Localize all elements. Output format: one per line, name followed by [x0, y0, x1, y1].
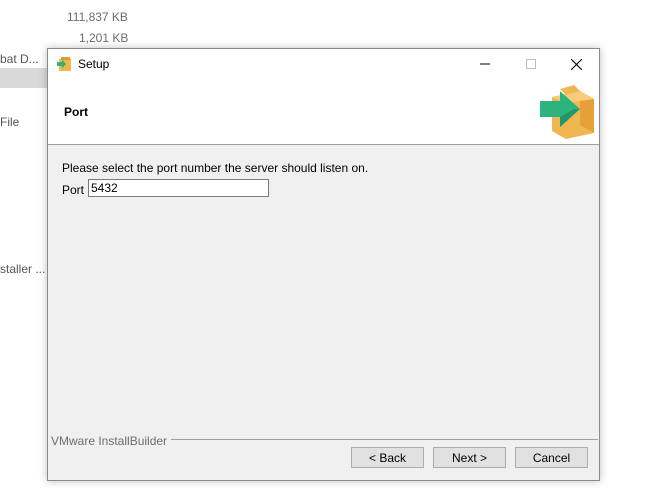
- installer-box-icon: [57, 57, 71, 71]
- wizard-header: Port: [48, 79, 599, 145]
- file-name[interactable]: bat D...: [0, 52, 39, 66]
- maximize-icon: [526, 59, 536, 69]
- port-input[interactable]: [88, 179, 269, 197]
- title-bar[interactable]: Setup: [48, 49, 599, 79]
- footer-divider: [156, 439, 598, 440]
- installer-brand: VMware InstallBuilder: [51, 434, 172, 448]
- port-label: Port: [62, 183, 85, 197]
- maximize-button: [508, 49, 554, 79]
- file-type: File: [0, 115, 20, 129]
- file-size: 111,837 KB: [67, 10, 128, 24]
- close-button[interactable]: [553, 49, 599, 79]
- page-title: Port: [64, 105, 88, 119]
- next-button[interactable]: Next >: [433, 447, 506, 468]
- instruction-text: Please select the port number the server…: [62, 161, 369, 175]
- installer-box-arrow-icon: [540, 85, 594, 139]
- minimize-button[interactable]: [462, 49, 508, 79]
- selected-row-highlight: [0, 68, 48, 88]
- minimize-icon: [480, 63, 490, 65]
- back-button[interactable]: < Back: [351, 447, 424, 468]
- cancel-button[interactable]: Cancel: [515, 447, 588, 468]
- setup-dialog: Setup Port Please select the port number…: [47, 48, 600, 481]
- file-name[interactable]: staller ...: [0, 262, 45, 276]
- window-title: Setup: [78, 57, 110, 71]
- file-size: 1,201 KB: [79, 31, 129, 45]
- close-icon: [570, 58, 582, 70]
